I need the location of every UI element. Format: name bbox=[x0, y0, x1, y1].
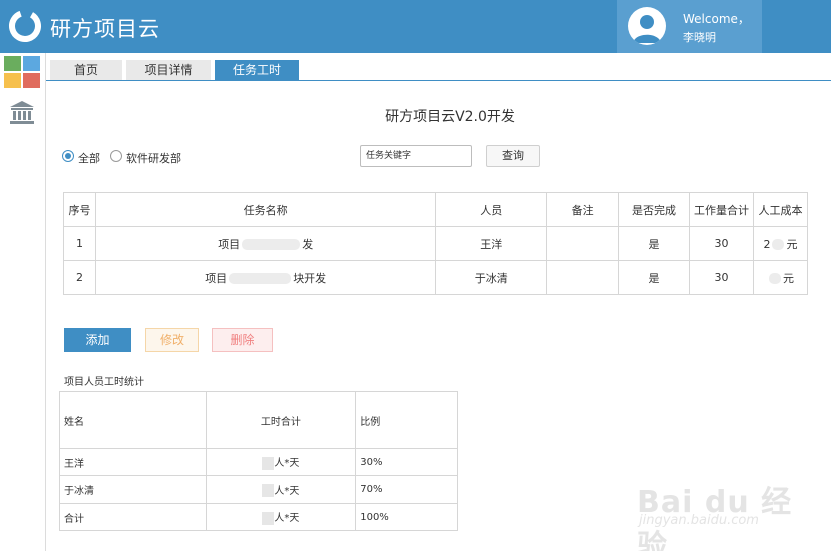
stats-table: 姓名 工时合计 比例 王洋 人*天 30% 于冰清 人*天 70% 合计 人*天… bbox=[59, 391, 458, 531]
cell-note bbox=[546, 226, 620, 261]
redacted-blur bbox=[229, 273, 292, 284]
cell-workload: 30 bbox=[689, 226, 754, 261]
redacted-blur bbox=[242, 239, 301, 250]
cell-cost: 2元 bbox=[752, 226, 809, 261]
redacted-blur bbox=[768, 273, 781, 284]
col-person: 人员 bbox=[435, 192, 548, 227]
cost-start: 2 bbox=[763, 237, 771, 251]
stats-cell-ratio: 100% bbox=[355, 503, 458, 531]
stats-cell-ratio: 30% bbox=[355, 448, 458, 476]
stats-cell-name: 于冰清 bbox=[59, 475, 207, 504]
cell-task-name: 项目 块开发 bbox=[94, 260, 437, 295]
table-row[interactable]: 合计 人*天 100% bbox=[59, 503, 458, 531]
delete-button[interactable]: 删除 bbox=[212, 328, 273, 352]
tab-home[interactable]: 首页 bbox=[50, 60, 122, 80]
stats-cell-ratio: 70% bbox=[355, 475, 458, 504]
cell-done: 是 bbox=[618, 226, 690, 261]
col-done: 是否完成 bbox=[618, 192, 690, 227]
task-name-start: 项目 bbox=[205, 271, 228, 285]
task-table-header: 序号 任务名称 人员 备注 是否完成 工作量合计 人工成本 bbox=[63, 192, 809, 227]
col-workload: 工作量合计 bbox=[689, 192, 754, 227]
stats-title: 项目人员工时统计 bbox=[64, 377, 144, 388]
cell-workload: 30 bbox=[689, 260, 754, 295]
col-note: 备注 bbox=[546, 192, 620, 227]
cell-person: 王洋 bbox=[435, 226, 548, 261]
tab-project-detail[interactable]: 项目详情 bbox=[126, 60, 211, 80]
radio-all[interactable] bbox=[62, 150, 74, 162]
col-index: 序号 bbox=[63, 192, 96, 227]
user-panel[interactable]: Welcome， 李晓明 bbox=[617, 0, 762, 53]
tile-green bbox=[4, 56, 21, 71]
col-cost: 人工成本 bbox=[752, 192, 809, 227]
baidu-watermark: Bai du 经验 jingyan.baidu.com bbox=[633, 463, 793, 551]
stats-cell-hours: 人*天 bbox=[205, 475, 357, 504]
radio-software-dept[interactable] bbox=[110, 150, 122, 162]
cell-index: 1 bbox=[63, 226, 96, 261]
stats-col-hours: 工时合计 bbox=[205, 391, 357, 449]
app-title: 研方项目云 bbox=[50, 17, 160, 41]
task-name-end: 发 bbox=[302, 237, 314, 251]
task-table: 序号 任务名称 人员 备注 是否完成 工作量合计 人工成本 1 项目 发 王洋 是… bbox=[63, 192, 809, 295]
username: 李晓明 bbox=[683, 31, 716, 44]
sidebar bbox=[0, 53, 46, 551]
cell-cost: 元 bbox=[752, 260, 809, 295]
bank-building-icon[interactable] bbox=[9, 100, 35, 126]
tab-bar: 首页 项目详情 任务工时 bbox=[46, 60, 831, 81]
task-keyword-input[interactable] bbox=[360, 145, 472, 167]
stats-col-name: 姓名 bbox=[59, 391, 207, 449]
app-tiles-icon[interactable] bbox=[4, 56, 41, 89]
redacted-blur bbox=[262, 511, 275, 525]
query-button[interactable]: 查询 bbox=[486, 145, 540, 167]
stats-header: 姓名 工时合计 比例 bbox=[59, 391, 458, 449]
cell-index: 2 bbox=[63, 260, 96, 295]
tile-blue bbox=[23, 56, 40, 71]
welcome-text: Welcome， bbox=[683, 12, 750, 26]
redacted-blur bbox=[772, 239, 785, 250]
stats-cell-hours: 人*天 bbox=[205, 503, 357, 531]
add-button[interactable]: 添加 bbox=[64, 328, 131, 352]
stats-cell-hours: 人*天 bbox=[205, 448, 357, 476]
page-title: 研方项目云V2.0开发 bbox=[385, 109, 515, 125]
radio-software-dept-label[interactable]: 软件研发部 bbox=[126, 150, 181, 166]
cell-task-name: 项目 发 bbox=[94, 226, 437, 261]
table-row[interactable]: 王洋 人*天 30% bbox=[59, 448, 458, 476]
cost-end: 元 bbox=[782, 271, 794, 285]
table-row[interactable]: 2 项目 块开发 于冰清 是 30 元 bbox=[63, 260, 809, 295]
tab-task-hours[interactable]: 任务工时 bbox=[215, 60, 299, 81]
radio-all-label[interactable]: 全部 bbox=[78, 150, 100, 166]
redacted-blur bbox=[262, 484, 275, 498]
redacted-blur bbox=[262, 456, 275, 470]
ring-logo-icon bbox=[9, 10, 41, 42]
watermark-url: jingyan.baidu.com bbox=[639, 513, 759, 528]
table-row[interactable]: 1 项目发 王洋 是 30 2元 bbox=[63, 226, 809, 261]
tile-yellow bbox=[4, 73, 21, 88]
stats-col-ratio: 比例 bbox=[355, 391, 458, 449]
stats-cell-name: 王洋 bbox=[59, 448, 207, 476]
col-task-name: 任务名称 bbox=[94, 192, 437, 227]
cell-person: 于冰清 bbox=[435, 260, 548, 295]
stats-hours-unit: 人*天 bbox=[274, 513, 300, 525]
tile-red bbox=[23, 73, 40, 88]
cell-done: 是 bbox=[618, 260, 690, 295]
edit-button[interactable]: 修改 bbox=[145, 328, 199, 352]
stats-hours-unit: 人*天 bbox=[274, 458, 300, 470]
top-header: 研方项目云 Welcome， 李晓明 bbox=[0, 0, 831, 53]
cost-end: 元 bbox=[786, 237, 798, 251]
task-name-end: 块开发 bbox=[293, 271, 327, 285]
stats-cell-name: 合计 bbox=[59, 503, 207, 531]
user-avatar-icon[interactable] bbox=[628, 7, 666, 45]
table-row[interactable]: 于冰清 人*天 70% bbox=[59, 475, 458, 504]
cell-note bbox=[546, 260, 620, 295]
stats-hours-unit: 人*天 bbox=[274, 485, 300, 497]
task-name-start: 项目 bbox=[218, 237, 241, 251]
